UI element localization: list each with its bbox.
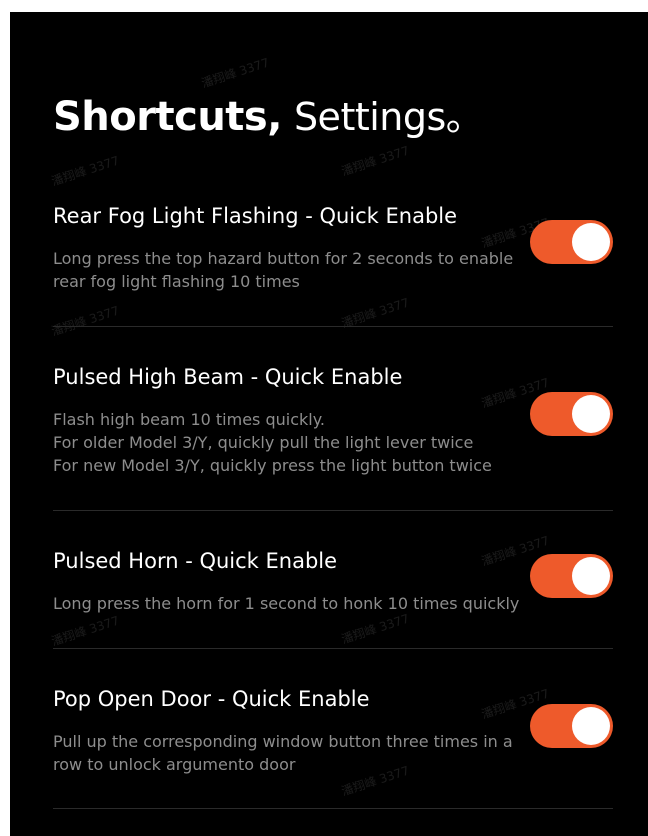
description-line: Pull up the corresponding window button … xyxy=(53,732,513,751)
description-line: For new Model 3/Y, quickly press the lig… xyxy=(53,456,492,475)
divider xyxy=(53,808,613,809)
description-line: rear fog light flashing 10 times xyxy=(53,272,300,291)
setting-title: Pulsed Horn - Quick Enable xyxy=(53,549,338,573)
pulsed-horn-toggle[interactable] xyxy=(530,554,613,598)
setting-title: Rear Fog Light Flashing - Quick Enable xyxy=(53,204,458,228)
setting-description: Flash high beam 10 times quickly. For ol… xyxy=(53,408,533,477)
page-title-shortcuts: Shortcuts, xyxy=(53,94,282,140)
setting-rear-fog-light: Rear Fog Light Flashing - Quick Enable L… xyxy=(53,203,613,293)
rear-fog-light-toggle[interactable] xyxy=(530,220,613,264)
description-line: row to unlock argumento door xyxy=(53,755,296,774)
description-line: For older Model 3/Y, quickly pull the li… xyxy=(53,433,474,452)
pop-open-door-toggle[interactable] xyxy=(530,704,613,748)
divider xyxy=(53,510,613,511)
divider xyxy=(53,326,613,327)
setting-title: Pop Open Door - Quick Enable xyxy=(53,687,370,711)
page-title-settings: Settings。 xyxy=(293,95,484,139)
settings-screen: 潘翔峰 3377 潘翔峰 3377 潘翔峰 3377 潘翔峰 3377 潘翔峰 … xyxy=(10,12,648,836)
toggle-knob xyxy=(572,557,610,595)
toggle-knob xyxy=(572,395,610,433)
setting-pulsed-high-beam: Pulsed High Beam - Quick Enable Flash hi… xyxy=(53,364,613,477)
setting-title: Pulsed High Beam - Quick Enable xyxy=(53,365,403,389)
description-line: Flash high beam 10 times quickly. xyxy=(53,410,325,429)
toggle-knob xyxy=(572,223,610,261)
watermark: 潘翔峰 3377 xyxy=(49,303,121,339)
description-line: Long press the top hazard button for 2 s… xyxy=(53,249,514,268)
watermark: 潘翔峰 3377 xyxy=(49,153,121,189)
watermark: 潘翔峰 3377 xyxy=(339,611,411,647)
setting-description: Long press the top hazard button for 2 s… xyxy=(53,247,533,293)
description-line: Long press the horn for 1 second to honk… xyxy=(53,594,520,613)
page-title: Shortcuts, Settings。 xyxy=(53,86,484,141)
setting-description: Long press the horn for 1 second to honk… xyxy=(53,592,573,615)
toggle-knob xyxy=(572,707,610,745)
setting-description: Pull up the corresponding window button … xyxy=(53,730,533,776)
watermark: 潘翔峰 3377 xyxy=(339,143,411,179)
setting-pop-open-door: Pop Open Door - Quick Enable Pull up the… xyxy=(53,686,613,776)
pulsed-high-beam-toggle[interactable] xyxy=(530,392,613,436)
setting-pulsed-horn: Pulsed Horn - Quick Enable Long press th… xyxy=(53,548,613,615)
watermark: 潘翔峰 3377 xyxy=(49,613,121,649)
divider xyxy=(53,648,613,649)
